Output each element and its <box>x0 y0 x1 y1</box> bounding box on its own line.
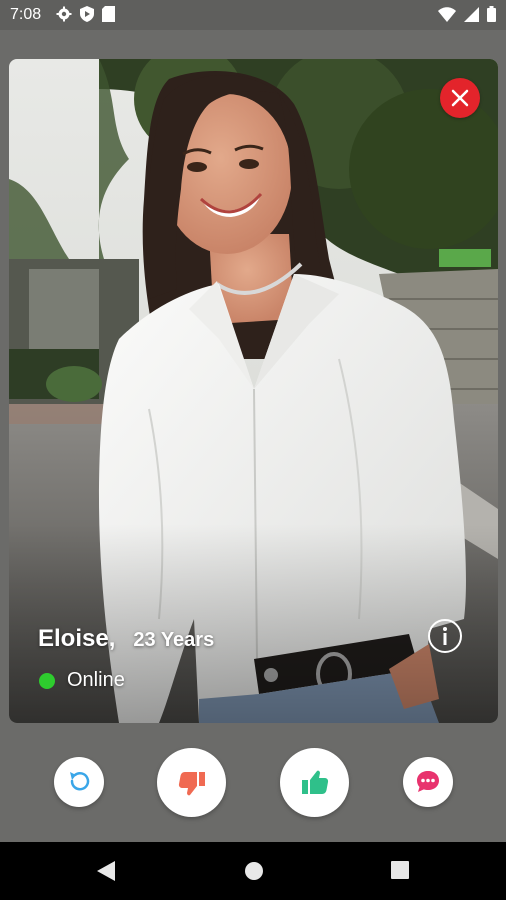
profile-age: 23 Years <box>133 629 215 651</box>
dislike-button[interactable] <box>157 748 226 817</box>
online-status: Online <box>39 669 125 692</box>
thumbs-down-icon <box>178 771 205 795</box>
close-button[interactable] <box>440 78 480 118</box>
close-icon <box>451 89 469 107</box>
sim-card-icon <box>102 6 115 22</box>
back-icon[interactable] <box>97 861 115 881</box>
info-icon <box>443 627 447 645</box>
navigation-bar <box>0 842 506 900</box>
wifi-icon <box>438 6 456 22</box>
like-button[interactable] <box>280 748 349 817</box>
profile-photo <box>9 59 498 723</box>
chat-button[interactable] <box>403 757 453 807</box>
status-time: 7:08 <box>10 6 42 23</box>
signal-icon <box>464 6 479 22</box>
online-dot <box>39 672 55 689</box>
shield-icon <box>80 6 94 22</box>
undo-button[interactable] <box>54 757 104 807</box>
online-label: Online <box>67 669 125 691</box>
profile-card[interactable]: Eloise, 23 Years Online <box>9 59 498 723</box>
undo-icon <box>70 772 90 791</box>
profile-info: Eloise, 23 Years <box>38 625 214 653</box>
info-button[interactable] <box>428 619 462 653</box>
home-icon[interactable] <box>244 861 264 881</box>
status-bar: 7:08 <box>0 0 506 30</box>
battery-icon <box>487 6 496 22</box>
recents-icon[interactable] <box>391 861 409 879</box>
profile-name: Eloise, <box>38 625 116 652</box>
gear-icon <box>56 6 72 22</box>
chat-icon <box>417 771 439 792</box>
thumbs-up-icon <box>301 770 328 794</box>
